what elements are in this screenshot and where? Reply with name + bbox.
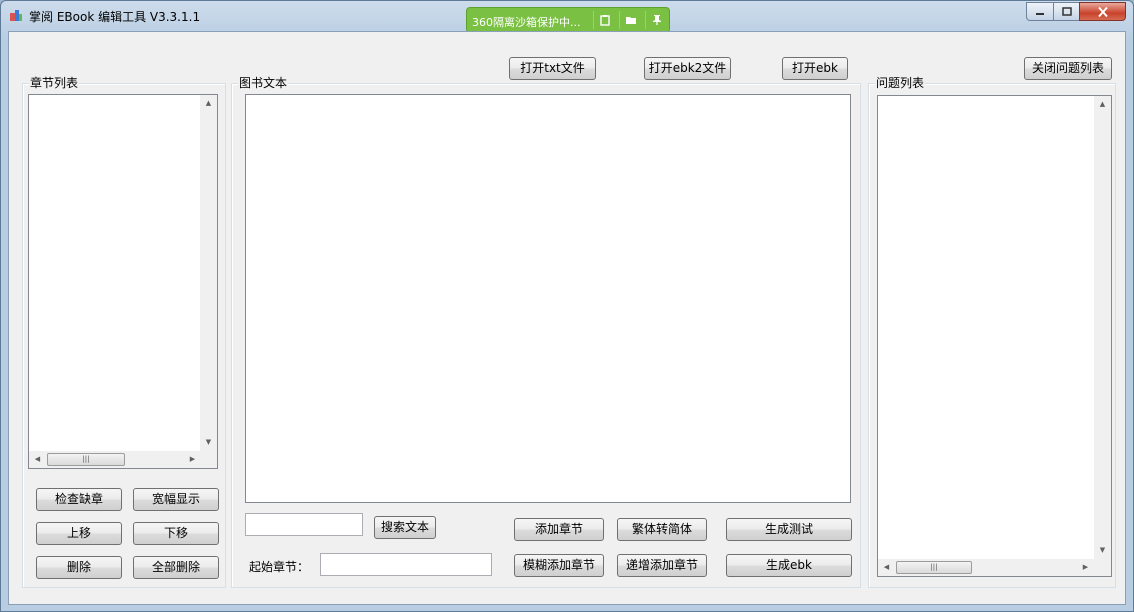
- scroll-up-icon[interactable]: ▲: [200, 95, 217, 112]
- sandbox-status-text: 360隔离沙箱保护中...: [472, 16, 581, 29]
- open-txt-button[interactable]: 打开txt文件: [509, 57, 596, 80]
- issue-list-group: 问题列表 ▲ ▼ ◀ ||| ▶: [868, 76, 1116, 588]
- clipboard-icon[interactable]: [593, 11, 615, 29]
- close-issue-list-button[interactable]: 关闭问题列表: [1024, 57, 1112, 80]
- chapter-horizontal-scrollbar[interactable]: ◀ ||| ▶: [29, 451, 201, 468]
- start-chapter-input[interactable]: [320, 553, 492, 576]
- sandbox-banner[interactable]: 360隔离沙箱保护中...: [466, 7, 670, 33]
- scroll-right-icon[interactable]: ▶: [1077, 559, 1094, 576]
- chapter-list-label: 章节列表: [29, 76, 80, 90]
- move-up-button[interactable]: 上移: [36, 522, 122, 545]
- client-area: 打开txt文件 打开ebk2文件 打开ebk 关闭问题列表 章节列表 ▲ ▼ ◀…: [8, 31, 1126, 605]
- maximize-button[interactable]: [1053, 2, 1080, 21]
- pin-icon[interactable]: [645, 11, 667, 29]
- open-ebk-button[interactable]: 打开ebk: [782, 57, 848, 80]
- close-button[interactable]: [1079, 2, 1126, 21]
- add-chapter-button[interactable]: 添加章节: [514, 518, 604, 541]
- scroll-right-icon[interactable]: ▶: [184, 451, 201, 468]
- scrollbar-thumb[interactable]: |||: [47, 453, 125, 466]
- traditional-to-simplified-button[interactable]: 繁体转简体: [617, 518, 707, 541]
- issue-list-label: 问题列表: [875, 76, 926, 90]
- issue-horizontal-scrollbar[interactable]: ◀ ||| ▶: [878, 559, 1094, 576]
- search-input[interactable]: [245, 513, 363, 536]
- search-text-button[interactable]: 搜索文本: [374, 516, 436, 539]
- delete-all-button[interactable]: 全部删除: [133, 556, 219, 579]
- chapter-listbox[interactable]: ▲ ▼ ◀ ||| ▶: [28, 94, 218, 469]
- issue-listbox[interactable]: ▲ ▼ ◀ ||| ▶: [877, 95, 1112, 577]
- book-text-area[interactable]: [245, 94, 851, 503]
- app-icon: [9, 8, 23, 22]
- scroll-down-icon[interactable]: ▼: [1094, 542, 1111, 559]
- move-down-button[interactable]: 下移: [133, 522, 219, 545]
- issue-vertical-scrollbar[interactable]: ▲ ▼: [1094, 96, 1111, 559]
- fuzzy-add-chapter-button[interactable]: 模糊添加章节: [514, 554, 604, 577]
- scroll-up-icon[interactable]: ▲: [1094, 96, 1111, 113]
- open-ebk2-button[interactable]: 打开ebk2文件: [644, 57, 731, 80]
- start-chapter-label: 起始章节：: [249, 560, 310, 574]
- wide-display-button[interactable]: 宽幅显示: [133, 488, 219, 511]
- generate-ebk-button[interactable]: 生成ebk: [726, 554, 852, 577]
- book-text-group: 图书文本 搜索文本 起始章节： 添加章节 模糊添加章节 繁体转简体 递增添加章节…: [231, 76, 861, 588]
- generate-test-button[interactable]: 生成测试: [726, 518, 852, 541]
- chapter-vertical-scrollbar[interactable]: ▲ ▼: [200, 95, 217, 451]
- title-bar[interactable]: 掌阅 EBook 编辑工具 V3.3.1.1 360隔离沙箱保护中...: [1, 1, 1133, 33]
- scrollbar-corner: [1094, 559, 1111, 576]
- scrollbar-thumb[interactable]: |||: [896, 561, 972, 574]
- chapter-list-group: 章节列表 ▲ ▼ ◀ ||| ▶ 检查缺章 宽幅显示 上移 下移 删除 全部删除: [22, 76, 226, 588]
- scrollbar-corner: [200, 451, 217, 468]
- incremental-add-chapter-button[interactable]: 递增添加章节: [617, 554, 707, 577]
- minimize-button[interactable]: [1026, 2, 1054, 21]
- scroll-left-icon[interactable]: ◀: [29, 451, 46, 468]
- check-missing-chapters-button[interactable]: 检查缺章: [36, 488, 122, 511]
- folder-icon[interactable]: [619, 11, 641, 29]
- window-title: 掌阅 EBook 编辑工具 V3.3.1.1: [29, 10, 201, 24]
- delete-button[interactable]: 删除: [36, 556, 122, 579]
- scroll-left-icon[interactable]: ◀: [878, 559, 895, 576]
- app-window: 掌阅 EBook 编辑工具 V3.3.1.1 360隔离沙箱保护中... 打开t…: [0, 0, 1134, 612]
- scroll-down-icon[interactable]: ▼: [200, 434, 217, 451]
- book-text-label: 图书文本: [238, 76, 289, 90]
